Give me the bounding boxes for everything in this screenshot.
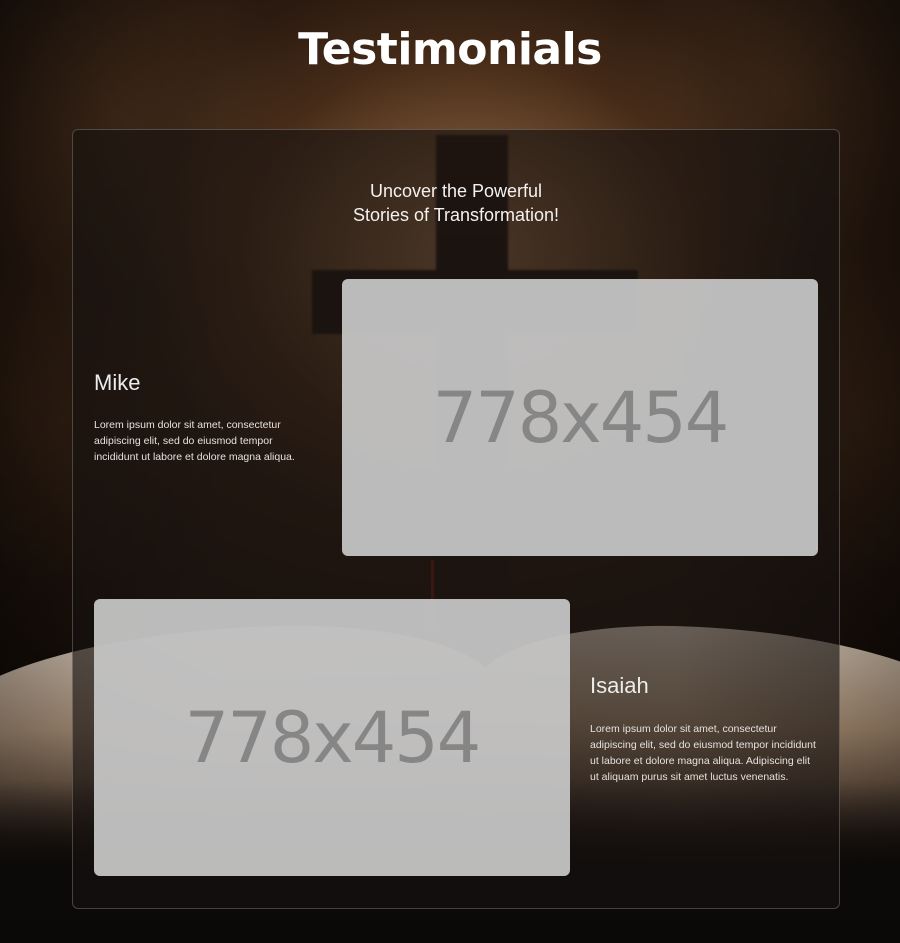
testimonial-text: Lorem ipsum dolor sit amet, consectetur …	[94, 419, 295, 463]
placeholder-size-label: 778x454	[184, 696, 482, 779]
page-title: Testimonials	[298, 24, 602, 75]
testimonial-name: Mike	[94, 370, 141, 395]
testimonial-image-placeholder: 778x454	[342, 279, 818, 556]
placeholder-size-label: 778x454	[432, 376, 730, 459]
testimonial-name: Isaiah	[590, 673, 649, 698]
panel-tagline: Uncover the Powerful Stories of Transfor…	[73, 179, 839, 227]
tagline-line-2: Stories of Transformation!	[352, 205, 560, 225]
testimonial-image-placeholder: 778x454	[94, 599, 570, 876]
testimonials-panel: Uncover the Powerful Stories of Transfor…	[72, 129, 840, 909]
testimonial-text: Lorem ipsum dolor sit amet, consectetur …	[590, 723, 816, 783]
tagline-line-1: Uncover the Powerful	[369, 181, 543, 201]
